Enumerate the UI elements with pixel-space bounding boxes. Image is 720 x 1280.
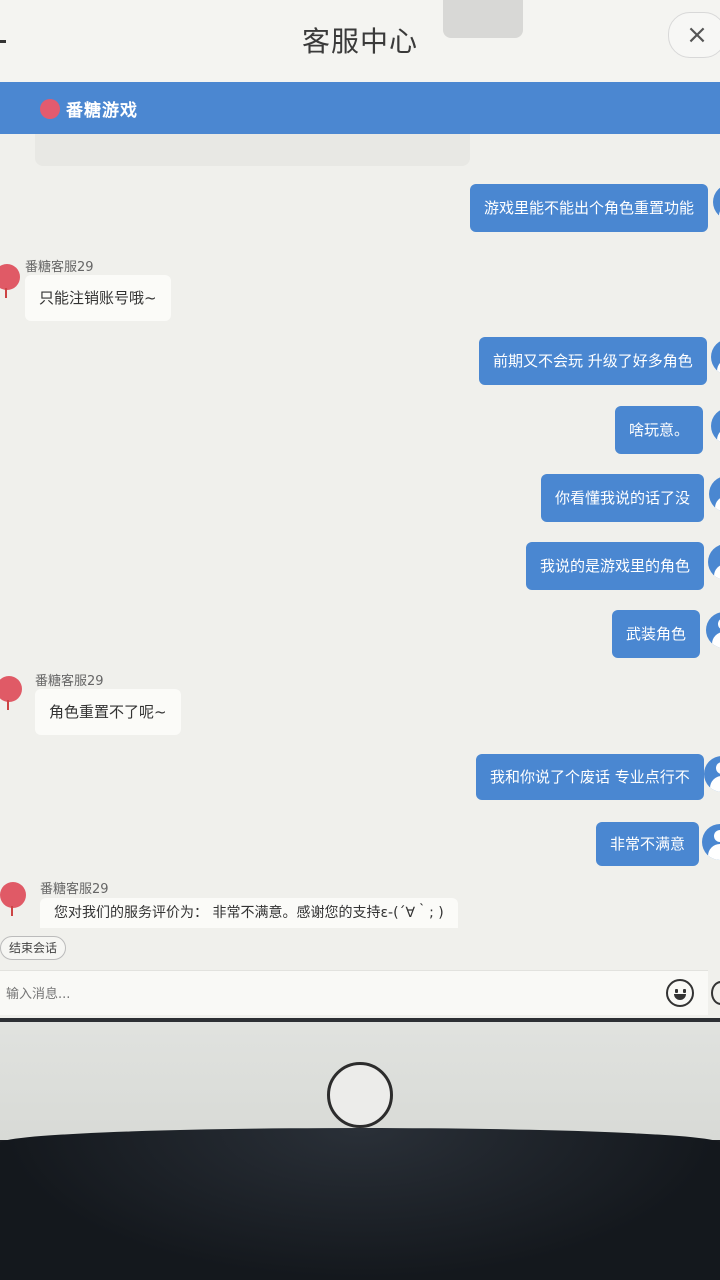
emoji-icon[interactable]: [666, 979, 694, 1007]
screen: 客服中心 × 番糖游戏 游戏里能不能出个角色重置功能 番糖客服29 只能注销账号…: [0, 0, 720, 1018]
agent-avatar-icon: [0, 676, 22, 710]
composer: [0, 970, 720, 1015]
user-avatar-icon: [713, 184, 720, 220]
chat-area[interactable]: 游戏里能不能出个角色重置功能 番糖客服29 只能注销账号哦~ 前期又不会玩 升级…: [0, 134, 720, 934]
previous-message-card: [35, 134, 470, 166]
user-avatar-icon: [702, 824, 720, 860]
close-button[interactable]: ×: [668, 12, 720, 58]
top-bar: 客服中心 ×: [0, 0, 720, 82]
home-button[interactable]: [327, 1062, 393, 1128]
end-session-button[interactable]: 结束会话: [0, 936, 67, 960]
agent-name: 番糖客服29: [25, 260, 94, 275]
close-icon: ×: [686, 20, 708, 50]
user-avatar-icon: [711, 339, 720, 375]
user-message: 游戏里能不能出个角色重置功能: [470, 184, 709, 232]
user-message: 啥玩意。: [615, 406, 704, 454]
brand-logo: 番糖游戏: [40, 96, 138, 121]
user-message: 你看懂我说的话了没: [541, 474, 705, 522]
agent-avatar-icon: [0, 264, 20, 298]
agent-message: 角色重置不了呢~: [35, 689, 181, 735]
ipad-device: 客服中心 × 番糖游戏 游戏里能不能出个角色重置功能 番糖客服29 只能注销账号…: [0, 0, 720, 1140]
user-message: 前期又不会玩 升级了好多角色: [479, 337, 707, 385]
agent-message: 只能注销账号哦~: [25, 275, 171, 321]
agent-avatar-icon: [0, 882, 26, 916]
user-message: 武装角色: [612, 610, 701, 658]
brand-name: 番糖游戏: [66, 101, 138, 121]
user-message: 非常不满意: [596, 822, 700, 866]
user-avatar-icon: [709, 476, 720, 512]
user-avatar-icon: [706, 612, 720, 648]
agent-name: 番糖客服29: [35, 674, 104, 689]
agent-name: 番糖客服29: [40, 882, 109, 897]
agent-message: 您对我们的服务评价为： 非常不满意。感谢您的支持ε-(´∀｀; ): [40, 898, 458, 928]
user-message: 我说的是游戏里的角色: [526, 542, 705, 590]
user-avatar-icon: [704, 756, 720, 792]
candy-icon: [40, 98, 60, 119]
page-title: 客服中心: [301, 25, 418, 58]
more-icon[interactable]: [711, 981, 720, 1005]
user-avatar-icon: [711, 408, 720, 444]
user-message: 我和你说了个废话 专业点行不: [476, 754, 704, 800]
message-input[interactable]: [4, 981, 648, 1007]
background-fabric: [0, 1128, 720, 1280]
user-avatar-icon: [708, 544, 720, 580]
screen-edge: [0, 1018, 720, 1022]
